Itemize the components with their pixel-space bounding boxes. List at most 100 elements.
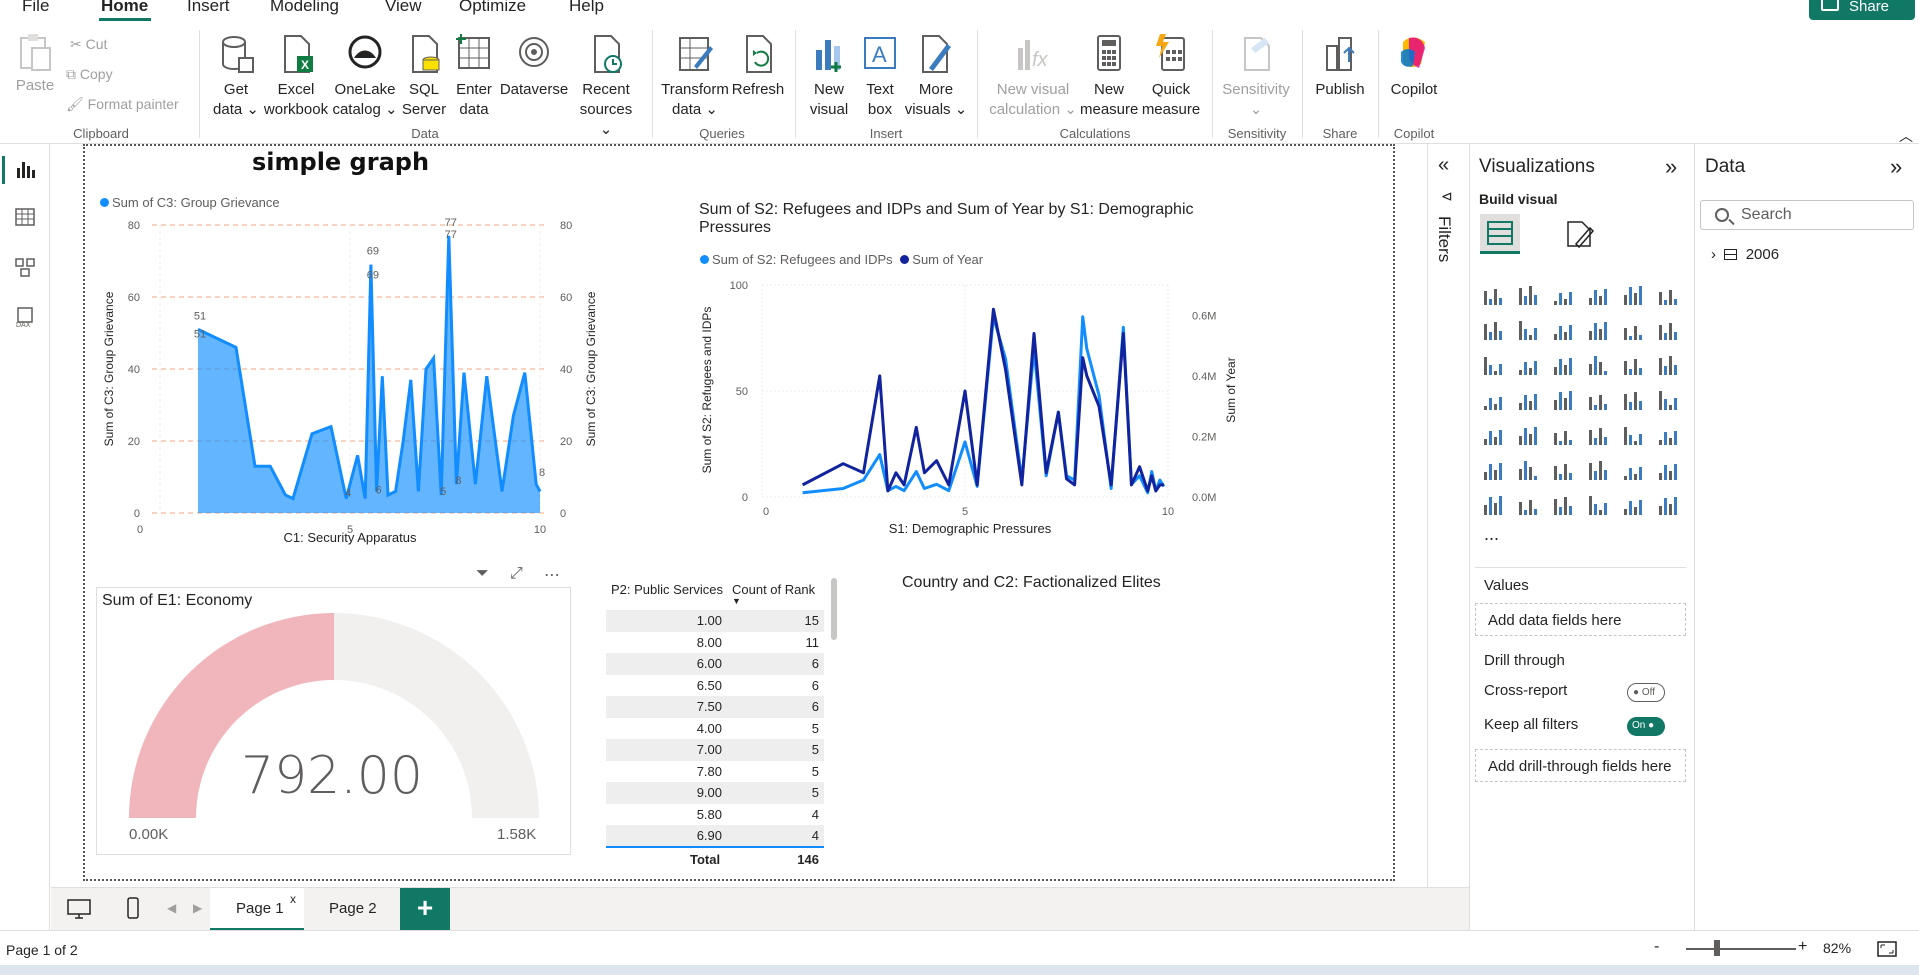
- publish-button[interactable]: Publish: [1308, 32, 1372, 100]
- waterfall-icon[interactable]: [1481, 354, 1505, 378]
- quick-measure-button[interactable]: Quick measure: [1140, 32, 1202, 120]
- 100-bar-icon[interactable]: [1621, 284, 1645, 308]
- table-row[interactable]: 5.80 4: [606, 804, 824, 826]
- card-icon[interactable]: [1656, 389, 1680, 413]
- r-visual-icon[interactable]: [1656, 424, 1680, 448]
- menu-file[interactable]: File: [22, 0, 49, 16]
- prev-page-icon[interactable]: ◀: [167, 901, 176, 915]
- report-view-icon[interactable]: [14, 158, 36, 180]
- values-drop-zone[interactable]: Add data fields here: [1475, 603, 1686, 636]
- table-row[interactable]: 7.80 5: [606, 761, 824, 783]
- filled-map-icon[interactable]: [1551, 389, 1575, 413]
- model-view-icon[interactable]: [14, 256, 36, 278]
- map-icon[interactable]: [1516, 389, 1540, 413]
- line-chart[interactable]: 0 50 100 0.0M 0.2M 0.4M 0.6M 0 5 10 S1: Demographi…: [690, 272, 1250, 542]
- stacked-column-icon[interactable]: [1516, 284, 1540, 308]
- add-page-button[interactable]: +: [400, 888, 450, 930]
- table-row[interactable]: 8.00 11: [606, 632, 824, 654]
- zoom-out-icon[interactable]: -: [1654, 938, 1659, 956]
- collapse-data-pane-icon[interactable]: »: [1890, 154, 1902, 180]
- gauge-visual[interactable]: Sum of E1: Economy 792.00 0.00K 1.58K: [96, 587, 571, 855]
- filters-label[interactable]: Filters: [1434, 216, 1454, 262]
- format-visual-tab[interactable]: [1564, 218, 1596, 250]
- paste-button[interactable]: Paste: [14, 32, 56, 96]
- decomposition-tree-icon[interactable]: [1551, 459, 1575, 483]
- treemap-icon[interactable]: [1481, 389, 1505, 413]
- line-chart-icon[interactable]: [1481, 319, 1505, 343]
- matrix-icon[interactable]: [1621, 424, 1645, 448]
- fit-to-page-icon[interactable]: [1877, 941, 1897, 957]
- collapse-ribbon-icon[interactable]: ︿: [1899, 126, 1913, 146]
- multi-card-icon[interactable]: [1481, 424, 1505, 448]
- desktop-layout-icon[interactable]: [66, 898, 92, 920]
- azure-map-icon[interactable]: [1586, 389, 1610, 413]
- collapse-viz-pane-icon[interactable]: »: [1665, 154, 1677, 180]
- pie-icon[interactable]: [1621, 354, 1645, 378]
- dax-query-view-icon[interactable]: DAX: [14, 306, 36, 328]
- table-row[interactable]: 1.00 15: [606, 610, 824, 632]
- mobile-layout-icon[interactable]: [126, 896, 140, 920]
- ribbon-icon[interactable]: [1586, 319, 1610, 343]
- power-automate-icon[interactable]: [1551, 494, 1575, 518]
- table-row[interactable]: 6.00 6: [606, 653, 824, 675]
- stacked-bar-icon[interactable]: [1481, 284, 1505, 308]
- close-page-icon[interactable]: x: [290, 892, 296, 906]
- dataverse-button[interactable]: Dataverse: [498, 32, 570, 100]
- power-apps-icon[interactable]: [1516, 494, 1540, 518]
- narrative-icon[interactable]: [1621, 459, 1645, 483]
- slicer-icon[interactable]: [1551, 424, 1575, 448]
- menu-insert[interactable]: Insert: [187, 0, 230, 16]
- more-visuals-ellipsis[interactable]: ...: [1484, 524, 1499, 545]
- key-influencers-icon[interactable]: [1516, 459, 1540, 483]
- chevron-icon[interactable]: [1656, 494, 1680, 518]
- python-visual-icon[interactable]: [1481, 459, 1505, 483]
- simple-graph-area-chart[interactable]: 0 020 2040 4060 6080 800 5 105151696977774 6 588C…: [90, 212, 600, 560]
- page-tab-1-label[interactable]: Page 1: [236, 900, 284, 917]
- copilot-button[interactable]: Copilot: [1384, 32, 1444, 100]
- enter-data-button[interactable]: Enter data: [450, 32, 498, 120]
- cut-button[interactable]: ✂ Cut: [70, 36, 107, 53]
- more-options-icon[interactable]: ⋯: [544, 565, 564, 584]
- menu-modeling[interactable]: Modeling: [270, 0, 339, 16]
- new-visual-button[interactable]: New visual: [803, 32, 855, 120]
- transform-data-button[interactable]: Transform data ⌄: [660, 32, 730, 120]
- line-clustered-icon[interactable]: [1656, 319, 1680, 343]
- build-visual-tab[interactable]: [1480, 214, 1520, 254]
- table-col-p2[interactable]: P2: Public Services: [611, 582, 723, 597]
- stacked-area-icon[interactable]: [1551, 319, 1575, 343]
- qna-icon[interactable]: [1586, 459, 1610, 483]
- simple-graph-legend[interactable]: Sum of C3: Group Grievance: [100, 195, 280, 210]
- goals-icon[interactable]: [1656, 459, 1680, 483]
- zoom-slider-thumb[interactable]: [1714, 940, 1720, 956]
- new-visual-calculation-button[interactable]: fx New visual calculation ⌄: [988, 32, 1078, 120]
- menu-help[interactable]: Help: [569, 0, 604, 16]
- table-view-icon[interactable]: [14, 206, 36, 228]
- table-scrollbar[interactable]: [831, 578, 837, 640]
- line-column-icon[interactable]: [1621, 319, 1645, 343]
- table-row[interactable]: 9.00 5: [606, 782, 824, 804]
- paginated-report-icon[interactable]: [1481, 494, 1505, 518]
- more-visuals-button[interactable]: More visuals ⌄: [904, 32, 968, 120]
- next-page-icon[interactable]: ▶: [193, 901, 202, 915]
- clustered-column-icon[interactable]: [1586, 284, 1610, 308]
- get-data-button[interactable]: Get data ⌄: [208, 32, 264, 120]
- scatter-icon[interactable]: [1586, 354, 1610, 378]
- table-row[interactable]: 6.50 6: [606, 675, 824, 697]
- onelake-catalog-button[interactable]: OneLake catalog ⌄: [332, 32, 398, 120]
- table-row[interactable]: 7.00 5: [606, 739, 824, 761]
- filter-icon[interactable]: ⏷: [476, 565, 496, 583]
- text-box-button[interactable]: A Text box: [858, 32, 902, 120]
- table-row[interactable]: 6.90 4: [606, 825, 824, 847]
- diamond-icon[interactable]: [1621, 494, 1645, 518]
- copy-button[interactable]: ⧉ Copy: [66, 66, 113, 83]
- recent-sources-button[interactable]: Recent sources ⌄: [576, 32, 636, 140]
- area-chart-icon[interactable]: [1516, 319, 1540, 343]
- data-search-input[interactable]: Search: [1700, 200, 1914, 230]
- table-row[interactable]: 4.00 5: [606, 718, 824, 740]
- 100-column-icon[interactable]: [1656, 284, 1680, 308]
- funnel-bar-icon[interactable]: [1516, 354, 1540, 378]
- donut-icon[interactable]: [1656, 354, 1680, 378]
- gauge-icon[interactable]: [1621, 389, 1645, 413]
- zoom-in-icon[interactable]: +: [1798, 938, 1807, 956]
- funnel-icon[interactable]: [1551, 354, 1575, 378]
